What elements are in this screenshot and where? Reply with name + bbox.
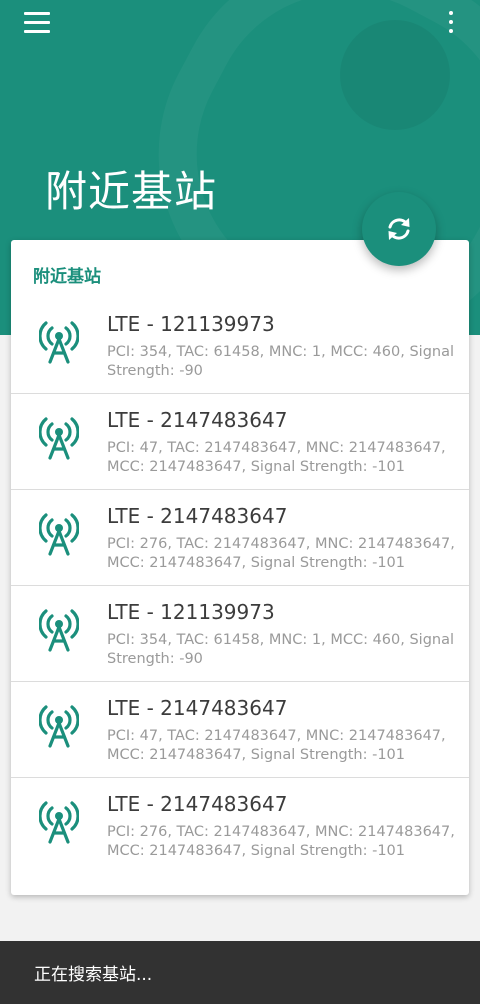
- snackbar: 正在搜索基站...: [0, 941, 480, 1004]
- cell-detail: PCI: 354, TAC: 61458, MNC: 1, MCC: 460, …: [107, 632, 455, 667]
- cell-detail: PCI: 276, TAC: 2147483647, MNC: 21474836…: [107, 824, 455, 859]
- cell-tower-icon: [39, 801, 79, 844]
- cell-name: LTE - 2147483647: [107, 504, 288, 528]
- cell-tower-icon: [39, 609, 79, 652]
- cell-tower-icon: [39, 321, 79, 364]
- cell-detail: PCI: 47, TAC: 2147483647, MNC: 214748364…: [107, 440, 446, 475]
- page-title: 附近基站: [45, 167, 218, 216]
- refresh-button[interactable]: [362, 192, 436, 266]
- cell-list-item[interactable]: LTE - 121139973 PCI: 354, TAC: 61458, MN…: [11, 586, 469, 682]
- cell-name: LTE - 121139973: [107, 600, 275, 624]
- menu-icon[interactable]: [24, 12, 52, 34]
- card-title: 附近基站: [33, 267, 101, 287]
- cell-name: LTE - 2147483647: [107, 408, 288, 432]
- cell-detail: PCI: 354, TAC: 61458, MNC: 1, MCC: 460, …: [107, 344, 455, 379]
- cell-list-item[interactable]: LTE - 2147483647 PCI: 47, TAC: 214748364…: [11, 394, 469, 490]
- cell-name: LTE - 2147483647: [107, 792, 288, 816]
- refresh-icon: [388, 218, 410, 240]
- cell-tower-icon: [39, 513, 79, 556]
- cell-detail: PCI: 47, TAC: 2147483647, MNC: 214748364…: [107, 728, 446, 763]
- cell-tower-icon: [39, 705, 79, 748]
- cell-name: LTE - 121139973: [107, 312, 275, 336]
- cell-list-item[interactable]: LTE - 2147483647 PCI: 276, TAC: 21474836…: [11, 490, 469, 586]
- more-vert-icon[interactable]: [438, 10, 464, 36]
- cell-list: LTE - 121139973 PCI: 354, TAC: 61458, MN…: [11, 298, 469, 873]
- cell-list-item[interactable]: LTE - 2147483647 PCI: 276, TAC: 21474836…: [11, 778, 469, 873]
- cell-list-item[interactable]: LTE - 121139973 PCI: 354, TAC: 61458, MN…: [11, 298, 469, 394]
- cell-tower-icon: [39, 417, 79, 460]
- cell-name: LTE - 2147483647: [107, 696, 288, 720]
- cell-detail: PCI: 276, TAC: 2147483647, MNC: 21474836…: [107, 536, 455, 571]
- snackbar-text: 正在搜索基站...: [34, 965, 153, 985]
- header-decoration-circle: [340, 20, 450, 130]
- cell-list-item[interactable]: LTE - 2147483647 PCI: 47, TAC: 214748364…: [11, 682, 469, 778]
- nearby-cells-card: 附近基站 LTE - 121139973 PCI: 354, TAC: 6145…: [11, 240, 469, 895]
